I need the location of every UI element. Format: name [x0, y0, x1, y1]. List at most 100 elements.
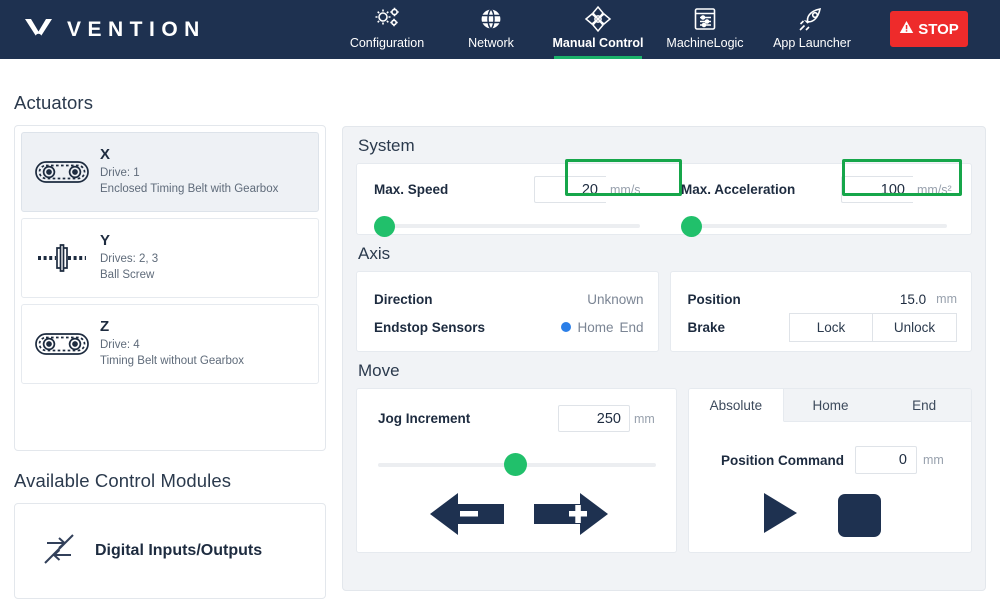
max-acceleration-field-group: 100 mm/s²: [841, 176, 955, 203]
max-acceleration-group: Max. Acceleration 100 mm/s²: [664, 159, 971, 237]
nav-item-manual-control[interactable]: Manual Control: [543, 0, 653, 59]
endstop-home-indicator-icon: [561, 322, 572, 332]
brand-name: VENTION: [67, 17, 206, 41]
move-mode-tabs: Absolute Home End: [689, 389, 971, 422]
max-speed-group: Max. Speed 20 mm/s: [357, 159, 682, 237]
move-controls: [689, 490, 951, 541]
max-speed-slider-track: [378, 224, 640, 228]
vention-chevron-logo-icon: [22, 17, 56, 43]
position-unit: mm: [936, 292, 957, 306]
max-acceleration-unit: mm/s²: [913, 176, 955, 203]
globe-icon: [478, 4, 504, 33]
max-acceleration-label: Max. Acceleration: [681, 182, 796, 197]
endstop-indicators: Home End: [561, 319, 644, 335]
brand-logo: VENTION: [22, 17, 206, 43]
main-nav: Configuration Network Manual Control Mac…: [335, 0, 867, 59]
endstop-home-label: Home: [577, 319, 614, 335]
max-speed-input[interactable]: 20: [534, 176, 606, 203]
nav-item-network[interactable]: Network: [439, 0, 543, 59]
actuator-card-z[interactable]: Z Drive: 4 Timing Belt without Gearbox: [21, 304, 319, 384]
tab-absolute[interactable]: Absolute: [689, 389, 784, 422]
endstop-end-label: End: [619, 319, 644, 335]
endstop-label: Endstop Sensors: [374, 319, 486, 335]
module-card-digital-io[interactable]: Digital Inputs/Outputs: [14, 503, 326, 599]
control-panel: System Max. Speed 20 mm/s Max. Accelerat…: [342, 126, 986, 591]
actuator-name-z: Z: [100, 318, 110, 336]
nav-item-app-launcher[interactable]: App Launcher: [757, 0, 867, 59]
axis-row: Direction Unknown Endstop Sensors Home E…: [356, 271, 972, 352]
system-card: Max. Speed 20 mm/s Max. Acceleration 100…: [356, 159, 972, 237]
position-row: Position 15.0 mm: [688, 285, 958, 313]
brake-unlock-button[interactable]: Unlock: [873, 312, 957, 342]
actuators-list: X Drive: 1 Enclosed Timing Belt with Gea…: [14, 125, 326, 451]
warning-triangle-icon: [899, 20, 914, 38]
direction-label: Direction: [374, 291, 433, 307]
rocket-icon: [798, 4, 826, 33]
jog-increment-input[interactable]: 250: [558, 405, 630, 432]
nav-label-machinelogic: MachineLogic: [666, 36, 744, 50]
system-title: System: [358, 136, 415, 155]
brake-buttons: Lock Unlock: [789, 312, 957, 342]
position-command-field-group: 0 mm: [855, 446, 951, 474]
nav-label-configuration: Configuration: [349, 36, 425, 50]
left-sidebar: Actuators X Drive: 1 Enclosed Timing Bel…: [14, 92, 326, 599]
axis-title: Axis: [358, 244, 391, 263]
absolute-tab-body: Position Command 0 mm: [689, 422, 971, 541]
nav-label-manual-control: Manual Control: [552, 36, 644, 50]
actuator-info-x: X Drive: 1 Enclosed Timing Belt with Gea…: [100, 146, 318, 197]
move-title: Move: [358, 361, 400, 380]
brake-label: Brake: [687, 319, 726, 335]
emergency-stop-button[interactable]: STOP: [890, 11, 968, 47]
move-mode-card: Absolute Home End Position Command 0 mm: [688, 388, 972, 553]
max-acceleration-slider-thumb[interactable]: [681, 216, 702, 237]
max-speed-label: Max. Speed: [374, 182, 449, 197]
nav-item-configuration[interactable]: Configuration: [335, 0, 439, 59]
actuator-drive-z: Drive: 4: [100, 339, 140, 352]
position-command-unit: mm: [923, 453, 944, 467]
move-row: Jog Increment 250 mm Absolute Home End P…: [356, 388, 972, 553]
panel-sliders-icon: [692, 4, 718, 33]
stop-square-icon[interactable]: [837, 494, 881, 537]
nav-label-network: Network: [468, 36, 514, 50]
modules-title: Available Control Modules: [14, 470, 232, 491]
jog-field-group: 250 mm: [558, 405, 660, 432]
tab-home[interactable]: Home: [783, 389, 878, 422]
max-speed-slider-thumb[interactable]: [374, 216, 395, 237]
app-header: VENTION Configuration Network Manual Con…: [0, 0, 1000, 59]
arrow-left-minus-icon[interactable]: [428, 489, 506, 544]
gears-icon: [372, 4, 402, 33]
axes-move-icon: [584, 4, 612, 33]
tab-end[interactable]: End: [877, 389, 971, 422]
actuator-name-y: Y: [100, 232, 111, 250]
position-value: 15.0: [899, 291, 927, 307]
brake-row: Brake Lock Unlock: [687, 312, 957, 342]
timing-belt-icon: [30, 157, 94, 187]
actuator-card-x[interactable]: X Drive: 1 Enclosed Timing Belt with Gea…: [21, 132, 319, 212]
actuator-info-z: Z Drive: 4 Timing Belt without Gearbox: [100, 318, 318, 369]
endstop-row: Endstop Sensors Home End: [374, 313, 644, 341]
max-acceleration-input[interactable]: 100: [841, 176, 913, 203]
play-triangle-icon[interactable]: [760, 490, 800, 541]
direction-value: Unknown: [587, 291, 644, 307]
max-acceleration-slider[interactable]: [681, 214, 955, 237]
brake-lock-button[interactable]: Lock: [789, 312, 873, 342]
module-label-digital-io: Digital Inputs/Outputs: [95, 542, 263, 559]
jog-increment-label: Jog Increment: [378, 411, 471, 426]
jog-increment-slider[interactable]: [378, 453, 660, 476]
nav-item-machinelogic[interactable]: MachineLogic: [653, 0, 757, 59]
position-command-input[interactable]: 0: [855, 446, 917, 474]
arrow-right-plus-icon[interactable]: [532, 489, 610, 544]
max-speed-slider[interactable]: [374, 214, 648, 237]
axis-position-card: Position 15.0 mm Brake Lock Unlock: [669, 271, 972, 352]
jog-increment-unit: mm: [630, 405, 660, 432]
actuator-type-x: Enclosed Timing Belt with Gearbox: [100, 183, 279, 196]
max-speed-unit: mm/s: [606, 176, 648, 203]
position-command-label: Position Command: [721, 452, 845, 468]
active-tab-underline: [554, 56, 642, 59]
actuator-drive-y: Drives: 2, 3: [100, 253, 159, 266]
jog-slider-thumb[interactable]: [504, 453, 527, 476]
actuator-card-y[interactable]: Y Drives: 2, 3 Ball Screw: [21, 218, 319, 298]
nav-label-app-launcher: App Launcher: [773, 36, 851, 50]
jog-increment-row: Jog Increment 250 mm: [378, 405, 660, 432]
stop-button-label: STOP: [918, 20, 959, 38]
